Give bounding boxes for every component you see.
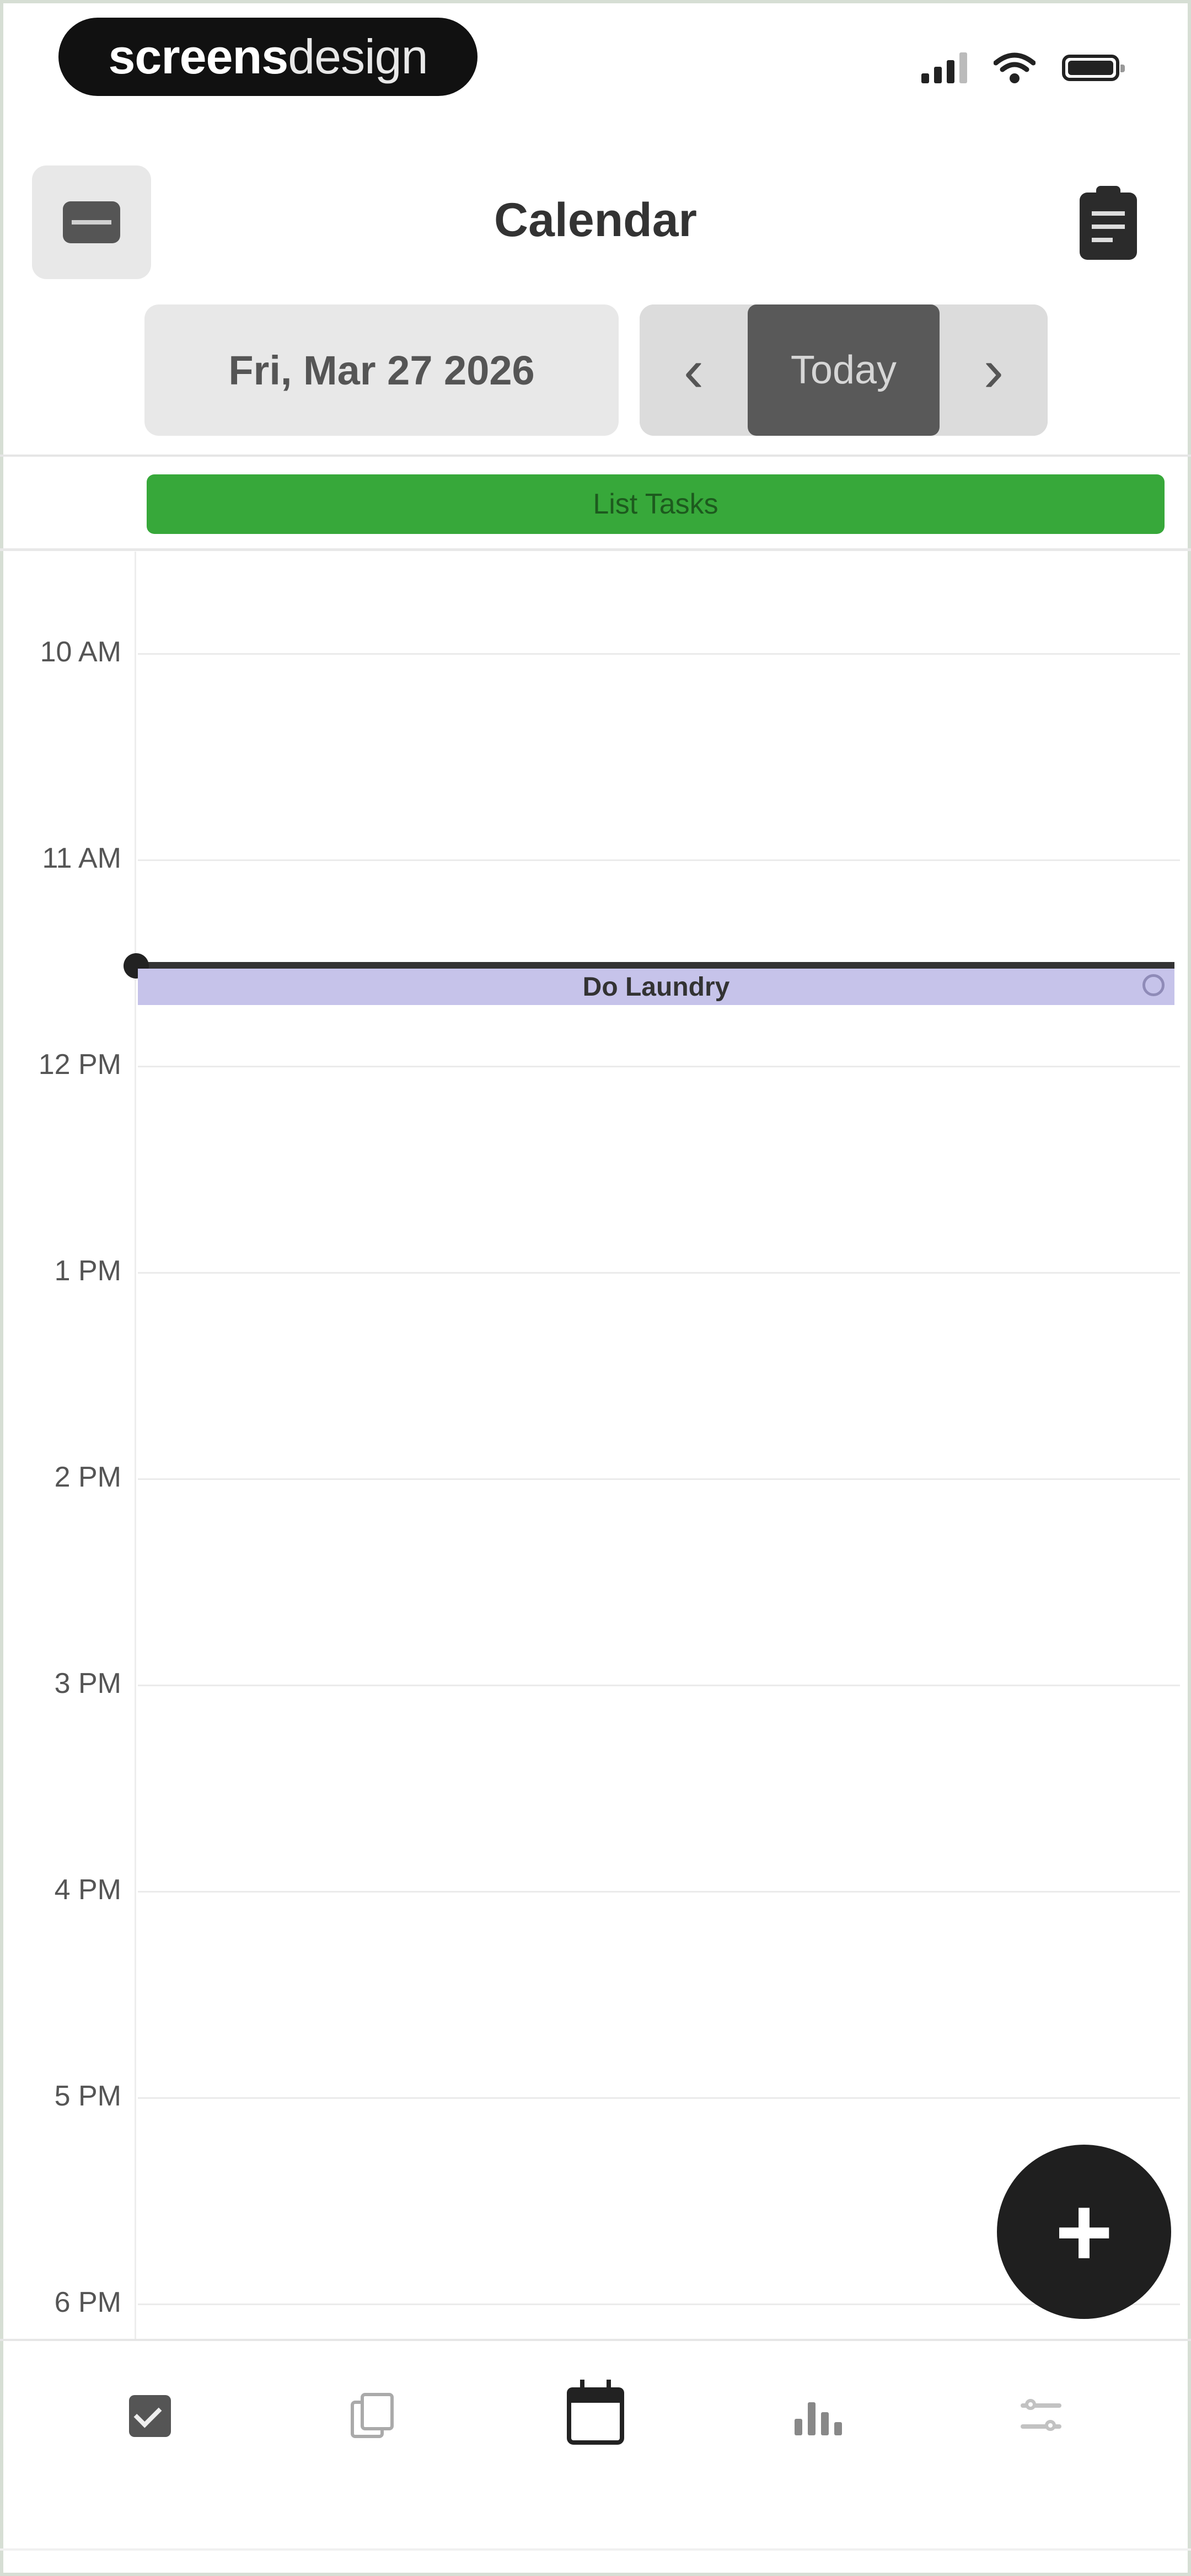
hour-line [138,1685,1180,1686]
stats-icon [795,2397,842,2435]
all-day-event[interactable]: List Tasks [147,474,1165,534]
hour-line [138,1066,1180,1067]
hour-label: 2 PM [54,1461,121,1493]
home-indicator [0,2548,1191,2551]
notes-icon [351,2393,395,2439]
hour-line [138,859,1180,861]
circle-outline-icon[interactable] [1142,974,1165,996]
chevron-left-icon: ‹ [683,336,704,404]
time-gutter-line [135,552,136,2339]
chevron-right-icon: › [983,336,1004,404]
brand-logo-bold: screens [108,29,288,84]
brand-logo-light: design [288,29,428,84]
battery-icon [1062,55,1125,81]
current-time-line [138,962,1174,969]
hour-line [138,2304,1180,2305]
hour-line [138,1478,1180,1480]
calendar-icon [567,2380,624,2445]
tab-calendar[interactable] [551,2372,640,2460]
event-title: Do Laundry [582,972,730,1002]
tasks-button[interactable] [1075,186,1141,265]
hour-label: 12 PM [38,1049,121,1081]
hour-line [138,653,1180,655]
previous-day-button[interactable]: ‹ [640,304,748,436]
hour-label: 6 PM [54,2286,121,2318]
status-icons [921,49,1125,87]
tab-stats[interactable] [774,2372,862,2460]
wifi-icon [994,52,1036,83]
today-button[interactable]: Today [748,304,940,436]
hour-line [138,1272,1180,1274]
header-divider [0,455,1191,457]
bottom-nav-divider [0,2339,1191,2341]
plus-icon: + [1055,2176,1113,2288]
add-event-button[interactable]: + [997,2145,1171,2319]
hour-label: 4 PM [54,1874,121,1906]
hour-label: 10 AM [40,636,121,668]
hour-line [138,1891,1180,1893]
all-day-divider [0,548,1191,551]
hour-label: 5 PM [54,2080,121,2112]
date-navigation: ‹ Today › [640,304,1048,436]
cellular-signal-icon [921,52,967,83]
bottom-navigation [0,2344,1191,2488]
next-day-button[interactable]: › [940,304,1048,436]
checkbox-icon [129,2395,171,2437]
tab-notes[interactable] [329,2372,417,2460]
tab-tasks[interactable] [106,2372,194,2460]
event-do-laundry[interactable]: Do Laundry [138,969,1174,1005]
hour-label: 11 AM [42,842,121,874]
clipboard-icon [1080,186,1137,260]
hour-label: 3 PM [54,1668,121,1699]
brand-logo: screens design [58,18,478,96]
page-title: Calendar [493,194,698,247]
hour-line [138,2097,1180,2099]
date-picker-button[interactable]: Fri, Mar 27 2026 [144,304,619,436]
settings-icon [1021,2396,1061,2436]
tab-settings[interactable] [997,2372,1085,2460]
hour-label: 1 PM [54,1255,121,1287]
